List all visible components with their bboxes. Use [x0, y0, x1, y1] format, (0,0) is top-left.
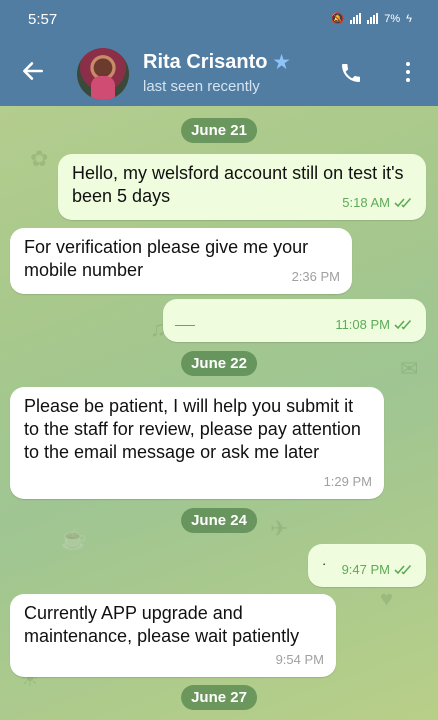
message-text: Please be patient, I will help you submi… [24, 396, 361, 462]
date-chip: June 21 [181, 118, 257, 143]
date-chip: June 27 [181, 685, 257, 710]
status-bar: 5:57 🔕 7% ϟ [0, 0, 438, 42]
status-icons: 🔕 7% ϟ [330, 12, 412, 26]
double-check-icon [394, 197, 412, 208]
message-outgoing[interactable]: Hello, my welsford account still on test… [58, 154, 426, 220]
battery-icon: ϟ [406, 12, 412, 25]
double-check-icon [394, 564, 412, 575]
message-incoming[interactable]: Currently APP upgrade and maintenance, p… [10, 594, 336, 677]
back-arrow-icon[interactable] [20, 58, 46, 84]
contact-status: last seen recently [143, 78, 260, 95]
contact-name[interactable]: Rita Crisanto ★ [143, 51, 290, 74]
message-text: · [322, 556, 327, 571]
chat-header: Rita Crisanto ★ last seen recently [0, 42, 438, 106]
message-time: 2:36 PM [291, 269, 340, 284]
attachment-link-underline [175, 325, 195, 326]
signal-icon [350, 13, 362, 24]
message-incoming[interactable]: Please be patient, I will help you submi… [10, 387, 384, 499]
date-chip: June 24 [181, 508, 257, 533]
chat-area: ✿ ☂ ♫ ✉ ☕ ✈ ♥ ☀ June 21 Hello, my welsfo… [0, 106, 438, 720]
message-outgoing-attachment[interactable]: 11:08 PM [163, 299, 426, 342]
message-meta: 9:47 PM [342, 558, 414, 581]
mute-icon: 🔕 [330, 13, 345, 25]
message-time: 1:29 PM [323, 474, 372, 489]
date-chip: June 22 [181, 351, 257, 376]
message-meta: 11:08 PM [335, 313, 414, 336]
signal-icon-2 [367, 13, 379, 24]
message-incoming[interactable]: For verification please give me your mob… [10, 228, 352, 294]
message-text: For verification please give me your mob… [24, 237, 309, 280]
star-icon: ★ [273, 52, 290, 72]
message-meta: 5:18 AM [342, 191, 414, 214]
message-outgoing[interactable]: · 9:47 PM [308, 544, 426, 587]
more-vert-icon[interactable] [401, 62, 415, 88]
double-check-icon [394, 319, 412, 330]
message-time: 9:54 PM [275, 652, 324, 667]
phone-icon[interactable] [339, 61, 363, 85]
status-time: 5:57 [28, 11, 58, 28]
battery-level: 7% [384, 12, 401, 25]
avatar[interactable] [77, 48, 129, 100]
message-text: Currently APP upgrade and maintenance, p… [24, 603, 300, 646]
